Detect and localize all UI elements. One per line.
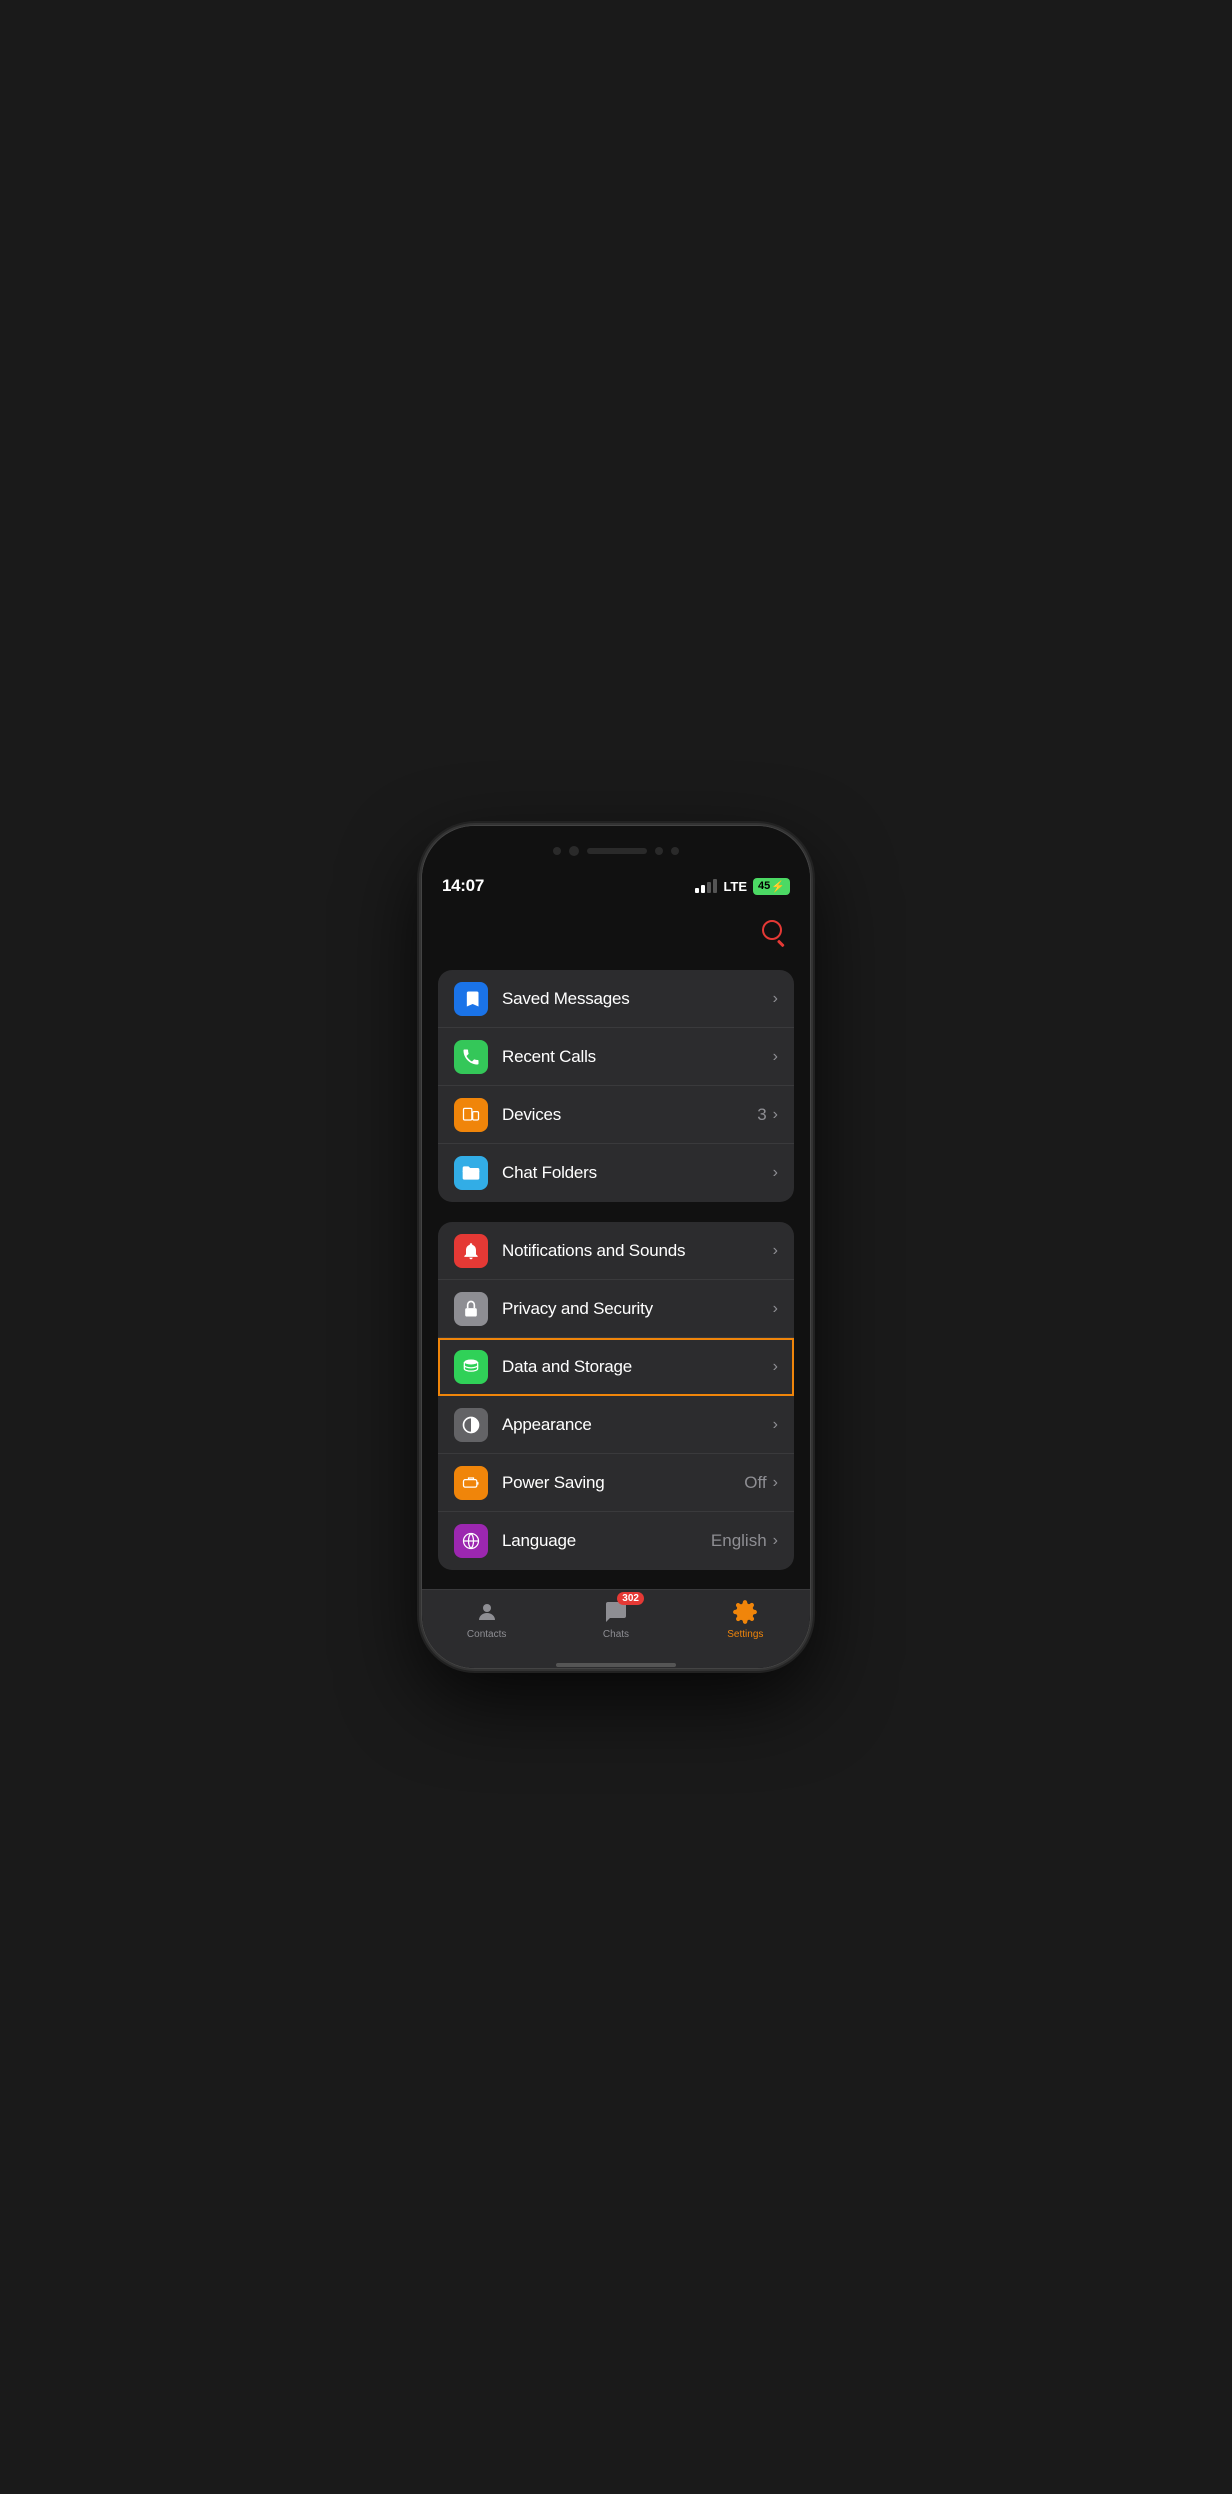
tab-chats-icon-wrap: 302 (602, 1598, 630, 1626)
recent-calls-label: Recent Calls (502, 1047, 773, 1067)
power-saving-icon (454, 1466, 488, 1500)
power-saving-item[interactable]: Power Saving Off › (438, 1454, 794, 1512)
notch-cameras (553, 846, 679, 856)
camera-center (569, 846, 579, 856)
status-bar: 14:07 LTE 45 ⚡ (422, 876, 810, 904)
chats-badge: 302 (617, 1592, 644, 1605)
language-label: Language (502, 1531, 711, 1551)
tab-contacts-icon-wrap (473, 1598, 501, 1626)
settings-group-2: Notifications and Sounds › Privacy and S… (438, 1222, 794, 1570)
recent-calls-chevron: › (773, 1048, 778, 1066)
saved-messages-chevron: › (773, 990, 778, 1008)
notifications-label: Notifications and Sounds (502, 1241, 773, 1261)
devices-item[interactable]: Devices 3 › (438, 1086, 794, 1144)
signal-bar-3 (707, 882, 711, 893)
tab-bar: Contacts 302 Chats Settin (422, 1589, 810, 1668)
language-icon (454, 1524, 488, 1558)
tab-settings-label: Settings (727, 1629, 763, 1640)
appearance-label: Appearance (502, 1415, 773, 1435)
notifications-icon (454, 1234, 488, 1268)
search-handle (777, 939, 784, 946)
search-button[interactable] (754, 912, 790, 948)
status-time: 14:07 (442, 876, 484, 896)
home-bar (556, 1663, 676, 1667)
tab-settings-icon-wrap (731, 1598, 759, 1626)
privacy-item[interactable]: Privacy and Security › (438, 1280, 794, 1338)
tab-chats[interactable]: 302 Chats (551, 1598, 680, 1640)
tab-contacts-label: Contacts (467, 1629, 506, 1640)
tab-settings[interactable]: Settings (681, 1598, 810, 1640)
devices-label: Devices (502, 1105, 757, 1125)
power-saving-value: Off (744, 1473, 766, 1493)
data-storage-icon (454, 1350, 488, 1384)
language-chevron: › (773, 1532, 778, 1550)
lte-label: LTE (723, 879, 747, 894)
speaker-bar (587, 848, 647, 854)
devices-icon (454, 1098, 488, 1132)
data-storage-label: Data and Storage (502, 1357, 773, 1377)
phone-screen: 14:07 LTE 45 ⚡ (422, 826, 810, 1668)
recent-calls-icon (454, 1040, 488, 1074)
chat-folders-chevron: › (773, 1164, 778, 1182)
chat-folders-label: Chat Folders (502, 1163, 773, 1183)
page-header (422, 904, 810, 960)
signal-bar-4 (713, 879, 717, 893)
camera-left (553, 847, 561, 855)
phone-frame: 14:07 LTE 45 ⚡ (421, 825, 811, 1669)
search-icon (762, 920, 782, 940)
chat-folders-item[interactable]: Chat Folders › (438, 1144, 794, 1202)
settings-icon (732, 1599, 758, 1625)
power-saving-chevron: › (773, 1474, 778, 1492)
contacts-icon (475, 1600, 499, 1624)
saved-messages-label: Saved Messages (502, 989, 773, 1009)
language-value: English (711, 1531, 767, 1551)
signal-bar-1 (695, 888, 699, 893)
saved-messages-icon (454, 982, 488, 1016)
privacy-icon (454, 1292, 488, 1326)
saved-messages-item[interactable]: Saved Messages › (438, 970, 794, 1028)
devices-chevron: › (773, 1106, 778, 1124)
privacy-label: Privacy and Security (502, 1299, 773, 1319)
devices-badge: 3 (757, 1105, 766, 1125)
camera-right (655, 847, 663, 855)
settings-scroll[interactable]: Saved Messages › Recent Calls › Devices … (422, 960, 810, 1589)
chat-folders-icon (454, 1156, 488, 1190)
signal-bars (695, 879, 717, 893)
camera-far-right (671, 847, 679, 855)
power-saving-label: Power Saving (502, 1473, 744, 1493)
tab-contacts[interactable]: Contacts (422, 1598, 551, 1640)
privacy-chevron: › (773, 1300, 778, 1318)
data-storage-chevron: › (773, 1358, 778, 1376)
appearance-item[interactable]: Appearance › (438, 1396, 794, 1454)
recent-calls-item[interactable]: Recent Calls › (438, 1028, 794, 1086)
status-right: LTE 45 ⚡ (695, 878, 790, 895)
language-item[interactable]: Language English › (438, 1512, 794, 1570)
notifications-chevron: › (773, 1242, 778, 1260)
appearance-icon (454, 1408, 488, 1442)
signal-bar-2 (701, 885, 705, 893)
data-storage-item[interactable]: Data and Storage › (438, 1338, 794, 1396)
settings-group-1: Saved Messages › Recent Calls › Devices … (438, 970, 794, 1202)
notch-area (422, 826, 810, 876)
tab-chats-label: Chats (603, 1629, 629, 1640)
battery-indicator: 45 ⚡ (753, 878, 790, 895)
notifications-item[interactable]: Notifications and Sounds › (438, 1222, 794, 1280)
appearance-chevron: › (773, 1416, 778, 1434)
